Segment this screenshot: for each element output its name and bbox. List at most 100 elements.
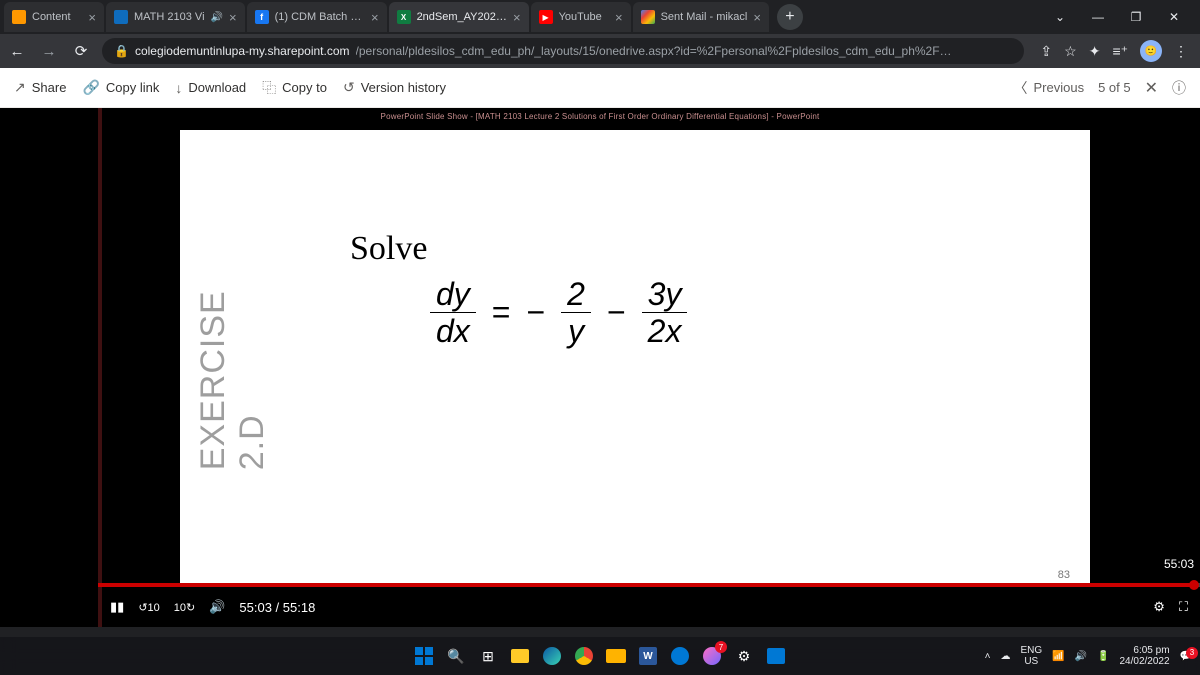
close-icon[interactable]: × [88,10,96,25]
close-icon[interactable]: × [615,10,623,25]
gmail-icon [641,10,655,24]
messenger-icon[interactable]: 7 [699,643,725,669]
pause-button[interactable]: ▮▮ [110,599,124,615]
tab-title: YouTube [559,11,609,23]
edge-icon[interactable] [539,643,565,669]
share-icon[interactable]: ⇪ [1040,43,1052,60]
share-icon: ↗ [14,79,26,96]
tab-2ndsem[interactable]: X 2ndSem_AY2021_2 × [389,2,529,32]
download-icon: ↓ [175,80,182,96]
tab-content[interactable]: Content × [4,2,104,32]
minus-sign: − [526,294,545,331]
task-view-button[interactable]: ⊞ [475,643,501,669]
edge-icon-2[interactable] [667,643,693,669]
label: Previous [1033,80,1084,95]
system-tray: ˄ ☁ ENGUS 📶 🔊 🔋 6:05 pm24/02/2022 💬3 [985,645,1192,667]
settings-icon[interactable]: ⚙ [1153,599,1165,615]
tab-cdm[interactable]: f (1) CDM Batch 202 × [247,2,387,32]
url-domain: colegiodemuntinlupa-my.sharepoint.com [135,44,350,58]
numerator: dy [430,278,476,313]
url-input[interactable]: 🔒 colegiodemuntinlupa-my.sharepoint.com/… [102,38,1024,64]
denominator: y [562,313,590,347]
url-path: /personal/pldesilos_cdm_edu_ph/_layouts/… [356,44,952,58]
audio-icon[interactable]: 🔊 [211,12,223,23]
close-icon[interactable]: × [753,10,761,25]
previous-button[interactable]: 〈Previous [1013,78,1084,98]
word-icon[interactable]: W [635,643,661,669]
calendar-icon[interactable] [763,643,789,669]
numerator: 3y [642,278,688,313]
maximize-button[interactable]: ❐ [1124,10,1148,24]
settings-icon[interactable]: ⚙ [731,643,757,669]
tab-title: MATH 2103 Vi [134,11,205,23]
new-tab-button[interactable]: + [777,4,803,30]
equation: dydx = − 2y − 3y2x [430,278,1030,347]
taskbar: 🔍 ⊞ W 7 ⚙ ˄ ☁ ENGUS 📶 🔊 🔋 6:05 pm24/02/2… [0,637,1200,675]
close-icon[interactable]: × [229,10,237,25]
wifi-icon[interactable]: 📶 [1052,651,1064,662]
close-icon[interactable]: × [371,10,379,25]
volume-button[interactable]: 🔊 [209,599,225,615]
copy-link-button[interactable]: 🔗Copy link [82,79,159,96]
info-icon[interactable]: ⓘ [1172,78,1186,98]
lang-bot: US [1020,656,1042,667]
label: Download [188,80,246,95]
volume-icon[interactable]: 🔊 [1075,651,1087,662]
start-button[interactable] [411,643,437,669]
minimize-button[interactable]: — [1086,10,1110,24]
rewind-10-button[interactable]: ↺10 [138,601,159,614]
date: 24/02/2022 [1119,656,1169,667]
menu-icon[interactable]: ⋮ [1174,43,1188,60]
badge: 3 [1186,647,1198,659]
browser-tab-strip: Content × MATH 2103 Vi 🔊 × f (1) CDM Bat… [0,0,1200,34]
close-icon[interactable]: ✕ [1145,78,1158,98]
page-count: 5 of 5 [1098,80,1131,95]
clock[interactable]: 6:05 pm24/02/2022 [1119,645,1169,667]
version-history-button[interactable]: ↺Version history [343,79,446,96]
tab-math[interactable]: MATH 2103 Vi 🔊 × [106,2,245,32]
close-button[interactable]: ✕ [1162,10,1186,24]
search-button[interactable]: 🔍 [443,643,469,669]
profile-avatar[interactable]: 🙂 [1140,40,1162,62]
exercise-label: EXERCISE 2.D [194,243,272,470]
reload-button[interactable]: ⟳ [70,42,92,60]
chevron-down-icon[interactable]: ⌄ [1048,10,1072,24]
download-button[interactable]: ↓ Download [175,80,246,96]
share-button[interactable]: ↗Share [14,79,66,96]
reading-list-icon[interactable]: ≡⁺ [1112,43,1128,60]
denominator: 2x [642,313,688,347]
copy-to-button[interactable]: ⿻Copy to [262,78,327,98]
video-time: 55:03 / 55:18 [239,600,315,615]
lang-top: ENG [1020,645,1042,656]
taskbar-center: 🔍 ⊞ W 7 ⚙ [411,643,789,669]
video-controls: ▮▮ ↺10 10↻ 🔊 55:03 / 55:18 ⚙ ⛶ [98,587,1200,627]
label: Version history [361,80,446,95]
onedrive-tray-icon[interactable]: ☁ [1000,651,1010,662]
video-timestamp: 55:03 [1164,557,1194,571]
battery-icon[interactable]: 🔋 [1097,651,1109,662]
language-indicator[interactable]: ENGUS [1020,645,1042,667]
numerator: 2 [561,278,591,313]
forward-10-button[interactable]: 10↻ [174,601,195,614]
fullscreen-button[interactable]: ⛶ [1179,599,1188,615]
notifications-icon[interactable]: 💬3 [1180,651,1192,662]
forward-button[interactable]: → [38,43,60,60]
denominator: dx [430,313,476,347]
tab-title: Sent Mail - mikacl [661,11,748,23]
slide-canvas: EXERCISE 2.D Solve dydx = − 2y − 3y2x [180,130,1090,583]
explorer-icon[interactable] [507,643,533,669]
back-button[interactable]: ← [6,43,28,60]
minus-sign: − [607,294,626,331]
link-icon: 🔗 [82,79,99,96]
close-icon[interactable]: × [513,10,521,25]
extensions-icon[interactable]: ✦ [1089,43,1101,60]
tab-youtube[interactable]: ▶ YouTube × [531,2,631,32]
chevron-up-icon[interactable]: ˄ [985,651,991,662]
toolbar-right: ⇪ ☆ ✦ ≡⁺ 🙂 ⋮ [1034,40,1194,62]
star-icon[interactable]: ☆ [1064,43,1077,60]
equals-sign: = [492,294,511,331]
address-bar: ← → ⟳ 🔒 colegiodemuntinlupa-my.sharepoin… [0,34,1200,68]
chrome-icon[interactable] [571,643,597,669]
folder-icon[interactable] [603,643,629,669]
tab-sentmail[interactable]: Sent Mail - mikacl × [633,2,769,32]
